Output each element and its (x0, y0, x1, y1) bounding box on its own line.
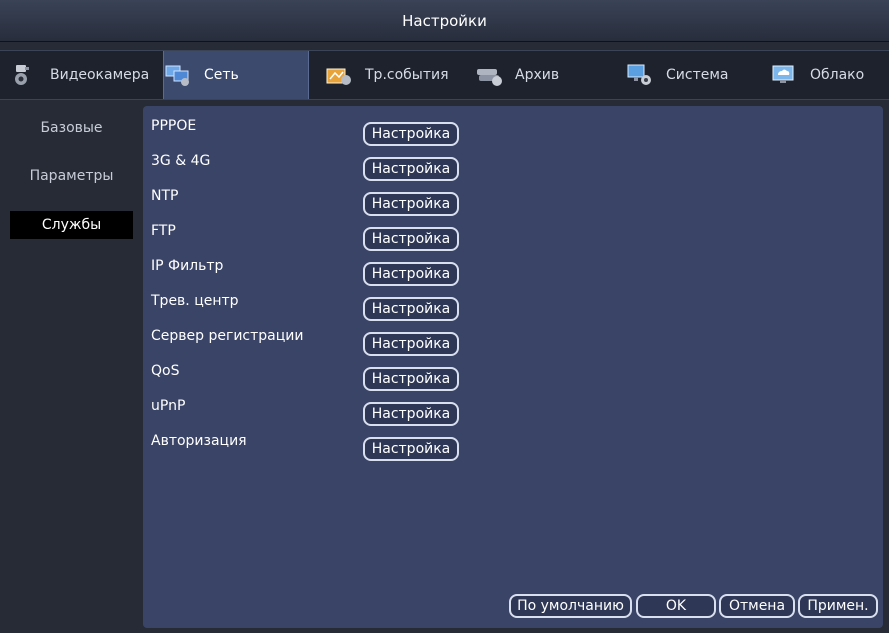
camera-gear-icon (10, 63, 40, 87)
settings-window: Настройки Видеокамера Сеть Тр.события Ар… (0, 0, 889, 633)
settings-sidebar: Базовые Параметры Службы (0, 106, 136, 626)
pppoe-settings-button[interactable]: Настройка (363, 122, 459, 146)
tab-system[interactable]: Система (626, 51, 761, 99)
service-label: Трев. центр (151, 293, 239, 309)
ftp-settings-button[interactable]: Настройка (363, 227, 459, 251)
service-row-registration-server: Сервер регистрации Настройка (143, 322, 883, 356)
service-label: PPPOE (151, 118, 197, 134)
title-bar: Настройки (0, 0, 889, 42)
service-row-alarm-center: Трев. центр Настройка (143, 287, 883, 321)
tab-camera[interactable]: Видеокамера (10, 51, 162, 99)
service-label: 3G & 4G (151, 153, 211, 169)
apply-button[interactable]: Примен. (798, 594, 878, 618)
service-label: Авторизация (151, 433, 247, 449)
service-row-ntp: NTP Настройка (143, 182, 883, 216)
service-row-qos: QoS Настройка (143, 357, 883, 391)
tab-archive-label: Архив (515, 67, 560, 83)
service-label: IP Фильтр (151, 258, 224, 274)
qos-settings-button[interactable]: Настройка (363, 367, 459, 391)
window-title: Настройки (402, 11, 487, 30)
sidebar-item-label: Службы (41, 217, 102, 233)
service-row-upnp: uPnP Настройка (143, 392, 883, 426)
ok-button[interactable]: OK (636, 594, 716, 618)
tab-archive[interactable]: Архив (475, 51, 595, 99)
service-label: uPnP (151, 398, 186, 414)
system-gear-icon (626, 63, 656, 87)
service-row-3g4g: 3G & 4G Настройка (143, 147, 883, 181)
tab-camera-label: Видеокамера (50, 67, 150, 83)
tab-network-label: Сеть (204, 67, 239, 83)
service-label: QoS (151, 363, 180, 379)
sidebar-item-label: Параметры (29, 168, 114, 184)
services-panel: PPPOE Настройка 3G & 4G Настройка NTP На… (143, 106, 883, 628)
alarm-events-icon (325, 63, 355, 87)
tab-network[interactable]: Сеть (163, 51, 309, 99)
sidebar-item-parameters[interactable]: Параметры (10, 162, 133, 190)
sidebar-item-services[interactable]: Службы (10, 211, 133, 239)
service-row-ftp: FTP Настройка (143, 217, 883, 251)
tab-events[interactable]: Тр.события (325, 51, 465, 99)
default-button[interactable]: По умолчанию (509, 594, 632, 618)
upnp-settings-button[interactable]: Настройка (363, 402, 459, 426)
service-label: FTP (151, 223, 176, 239)
service-row-pppoe: PPPOE Настройка (143, 112, 883, 146)
tab-cloud[interactable]: Облако (770, 51, 889, 99)
sidebar-item-basic[interactable]: Базовые (10, 114, 133, 142)
tab-cloud-label: Облако (810, 67, 865, 83)
storage-archive-icon (475, 63, 505, 87)
service-row-authorization: Авторизация Настройка (143, 427, 883, 461)
sidebar-item-label: Базовые (40, 120, 103, 136)
tab-system-label: Система (666, 67, 729, 83)
service-label: Сервер регистрации (151, 328, 304, 344)
tab-events-label: Тр.события (365, 67, 449, 83)
ip-filter-settings-button[interactable]: Настройка (363, 262, 459, 286)
3g4g-settings-button[interactable]: Настройка (363, 157, 459, 181)
authorization-settings-button[interactable]: Настройка (363, 437, 459, 461)
cancel-button[interactable]: Отмена (719, 594, 795, 618)
ntp-settings-button[interactable]: Настройка (363, 192, 459, 216)
alarm-center-settings-button[interactable]: Настройка (363, 297, 459, 321)
main-tab-bar: Видеокамера Сеть Тр.события Архив Систем (0, 50, 889, 100)
cloud-monitor-icon (770, 63, 800, 87)
service-label: NTP (151, 188, 179, 204)
service-row-ip-filter: IP Фильтр Настройка (143, 252, 883, 286)
registration-server-settings-button[interactable]: Настройка (363, 332, 459, 356)
network-monitors-icon (164, 63, 194, 87)
